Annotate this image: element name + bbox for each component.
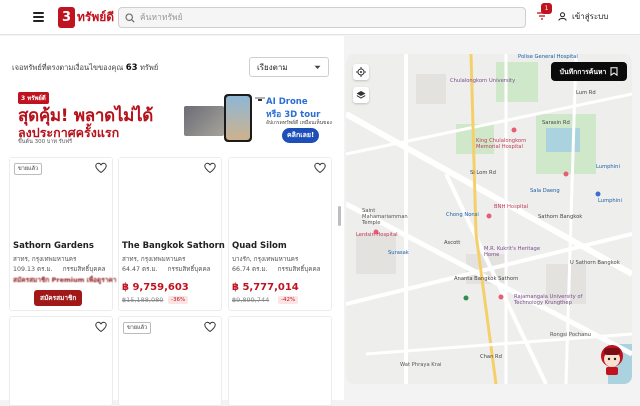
- heart-icon[interactable]: [95, 162, 107, 174]
- map-label: Lum Rd: [576, 90, 596, 96]
- listing-location: สาทร, กรุงเทพมหานคร: [122, 256, 186, 263]
- listing-name: The Bangkok Sathorn: [122, 241, 225, 251]
- map-label: Ascott: [444, 240, 461, 246]
- promo-banner[interactable]: 3 ทรัพย์ดี สุดคุ้ม! พลาดไม่ได้ ลงประกาศค…: [12, 88, 332, 148]
- save-search-button[interactable]: บันทึกการค้นหา: [551, 62, 627, 81]
- login-button[interactable]: เข้าสู่ระบบ: [558, 10, 608, 23]
- sort-label: เรียงตาม: [257, 62, 288, 72]
- heart-icon[interactable]: [204, 321, 216, 333]
- listing-location: บางรัก, กรุงเทพมหานคร: [232, 256, 299, 263]
- banner-room-image: [184, 106, 224, 136]
- listing-price: ฿ 9,759,603: [122, 282, 189, 293]
- listing-old-price: ฿15,188,080: [122, 296, 164, 304]
- search-input[interactable]: [140, 12, 510, 23]
- logo-text: ทรัพย์ดี: [77, 9, 115, 24]
- listing-specs: 66.74 ตร.ม. กรรมสิทธิ์บุคคล: [232, 264, 321, 274]
- premium-locked-price: สมัครสมาชิก Premium เพื่อดูราคา: [13, 276, 117, 284]
- heart-icon[interactable]: [95, 321, 107, 333]
- hamburger-menu-icon[interactable]: [33, 12, 44, 22]
- map-label: Si Lom Rd: [470, 170, 496, 176]
- discount-badge: -36%: [168, 296, 189, 304]
- map-label: U Sathorn Bangkok: [570, 260, 620, 266]
- listing-area: 66.74 ตร.ม.: [232, 266, 268, 273]
- listing-card[interactable]: ขายแล้ว Sathorn Gardens สาทร, กรุงเทพมหา…: [9, 157, 117, 311]
- map-label: King Chulalongkorn Memorial Hospital: [476, 138, 527, 150]
- listing-area: 64.47 ตร.ม.: [122, 266, 158, 273]
- map-label: Surasak: [388, 250, 409, 256]
- save-search-label: บันทึกการค้นหา: [559, 68, 607, 76]
- sold-tag: ขายแล้ว: [14, 163, 43, 175]
- drone-icon: [255, 97, 265, 101]
- map-label: Chan Rd: [480, 354, 502, 360]
- user-icon: [558, 12, 567, 21]
- listing-specs: 109.13 ตร.ม. กรรมสิทธิ์บุคคล: [13, 264, 106, 274]
- chevron-down-icon: [314, 65, 321, 69]
- banner-ai-label: AI Drone: [266, 97, 308, 107]
- listing-old-price: ฿9,899,744: [232, 296, 270, 304]
- result-count: เจอทรัพย์ที่ตรงตามเงื่อนไขของคุณ 63 ทรัพ…: [12, 62, 158, 74]
- layers-icon: [356, 91, 366, 99]
- banner-phone-image: [224, 94, 252, 142]
- listing-card[interactable]: [228, 316, 332, 406]
- listing-card[interactable]: The Bangkok Sathorn สาทร, กรุงเทพมหานคร …: [118, 157, 225, 311]
- listing-card[interactable]: [9, 316, 113, 406]
- map-label: Saint Mahamariamman Temple: [362, 208, 408, 226]
- banner-cta-button[interactable]: คลิกเลย!: [282, 128, 320, 143]
- crosshair-icon: [356, 67, 366, 77]
- map-label: M.R. Kukrit's Heritage Home: [484, 246, 541, 258]
- listing-price: ฿ 5,777,014: [232, 282, 299, 293]
- map-label: Lumphini: [598, 198, 622, 204]
- listing-card[interactable]: Quad Silom บางรัก, กรุงเทพมหานคร 66.74 ต…: [228, 157, 332, 311]
- banner-desc: อัปเกรดทรัพย์ดี เหมือนเห็นของจริง: [266, 120, 332, 126]
- map-label: Sathorn Bangkok: [538, 214, 583, 220]
- listing-area: 109.13 ตร.ม.: [13, 266, 53, 273]
- map-label: Rajamangala University of Technology Kru…: [514, 294, 583, 306]
- heart-icon[interactable]: [314, 162, 326, 174]
- listing-name: Sathorn Gardens: [13, 241, 94, 251]
- map-label: Sala Daeng: [530, 188, 560, 194]
- listing-ownership: กรรมสิทธิ์บุคคล: [277, 266, 321, 273]
- result-count-suffix: ทรัพย์: [139, 63, 159, 72]
- heart-icon[interactable]: [204, 162, 216, 174]
- top-bar: 3 ทรัพย์ดี 1 เข้าสู่ระบบ: [0, 0, 640, 35]
- map-label: Lerdsin Hospital: [356, 232, 398, 238]
- scrollbar-handle[interactable]: [338, 206, 341, 226]
- map-layers-button[interactable]: [353, 87, 369, 103]
- discount-badge: -42%: [278, 296, 299, 304]
- subscribe-button[interactable]: สมัครสมาชิก: [34, 290, 83, 306]
- map-label: BNH Hospital: [494, 204, 529, 210]
- sold-tag: ขายแล้ว: [123, 322, 152, 334]
- banner-note: ขึ้นต้น 300 บาท รับฟรี: [18, 139, 73, 145]
- logo[interactable]: 3 ทรัพย์ดี: [58, 6, 114, 28]
- result-count-number: 63: [125, 63, 138, 73]
- map-label: Chulalongkorn University: [450, 78, 516, 84]
- result-count-prefix: เจอทรัพย์ที่ตรงตามเงื่อนไขของคุณ: [12, 63, 124, 72]
- map-label: Rongsi Pochanu: [550, 332, 591, 338]
- listing-ownership: กรรมสิทธิ์บุคคล: [62, 266, 106, 273]
- search-icon: [125, 12, 135, 23]
- map[interactable]: Polise General Hospital Chulalongkorn Un…: [346, 54, 632, 384]
- map-label: Ananta Bangkok Sathorn: [454, 276, 519, 282]
- listing-name: Quad Silom: [232, 241, 287, 251]
- filter-count-badge: 1: [541, 3, 552, 14]
- map-label: Sarasin Rd: [542, 120, 570, 126]
- search-bar[interactable]: [118, 7, 526, 28]
- listing-ownership: กรรมสิทธิ์บุคคล: [167, 266, 211, 273]
- map-label: Lumphini: [596, 164, 620, 170]
- login-label: เข้าสู่ระบบ: [572, 12, 609, 21]
- map-label: Polise General Hospital: [518, 54, 578, 60]
- map-label: Wat Phraya Krai: [400, 362, 442, 368]
- listing-card[interactable]: ขายแล้ว: [118, 316, 222, 406]
- listing-location: สาทร, กรุงเทพมหานคร: [13, 256, 77, 263]
- locate-me-button[interactable]: [353, 64, 369, 80]
- listing-specs: 64.47 ตร.ม. กรรมสิทธิ์บุคคล: [122, 264, 211, 274]
- map-label: Chong Nonsi: [446, 212, 479, 218]
- chatbot-avatar-icon[interactable]: [598, 344, 626, 376]
- logo-mark: 3: [58, 6, 75, 28]
- bookmark-icon: [610, 67, 618, 76]
- sort-dropdown[interactable]: เรียงตาม: [249, 57, 329, 77]
